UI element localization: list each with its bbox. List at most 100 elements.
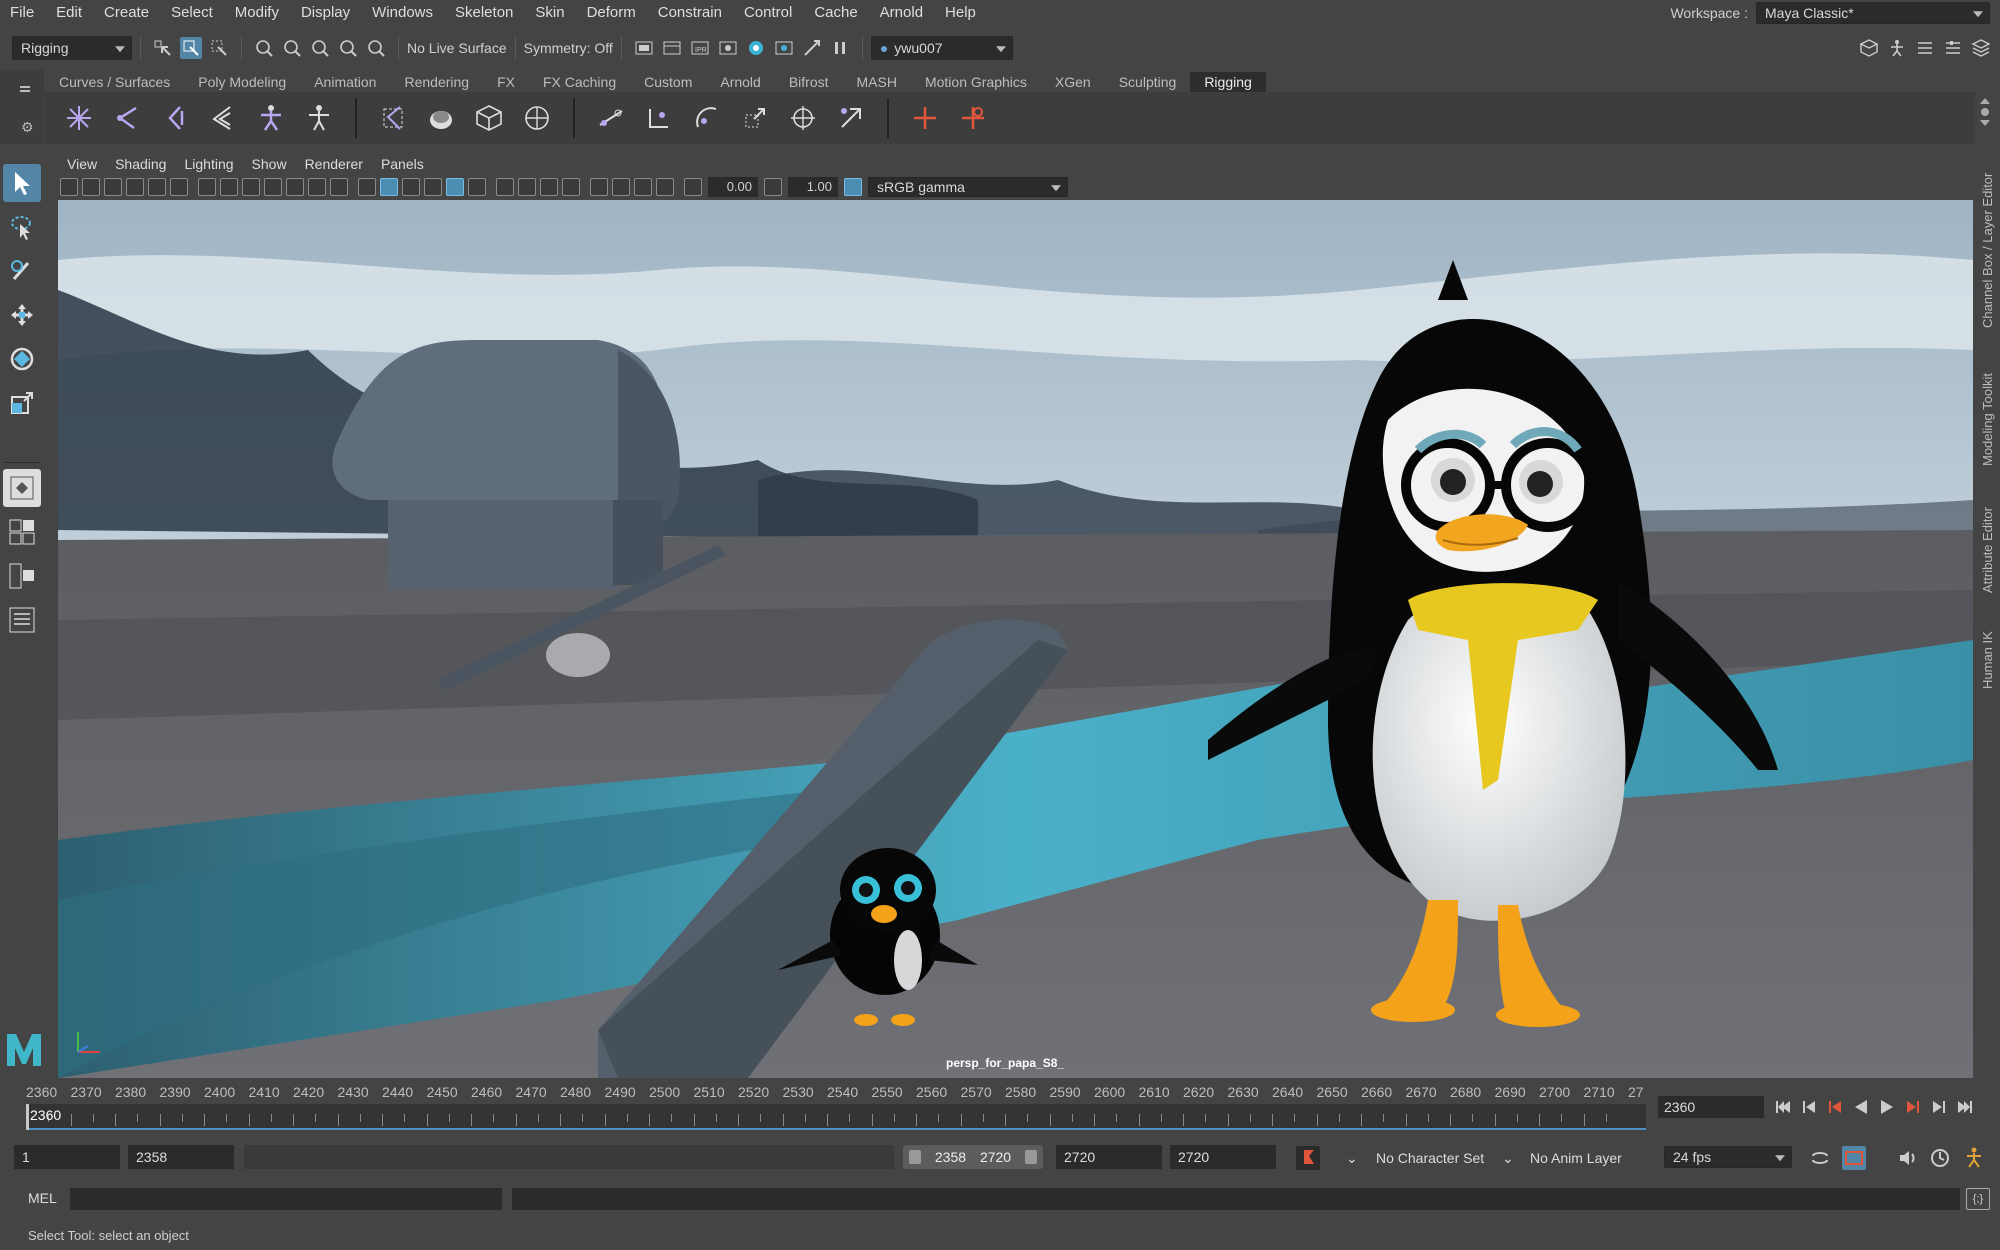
step-back-key-icon[interactable] <box>1822 1094 1848 1120</box>
safe-action-icon[interactable] <box>308 178 326 196</box>
ik-handle-icon[interactable] <box>205 100 241 136</box>
color-management-icon[interactable] <box>844 178 862 196</box>
menu-control[interactable]: Control <box>733 4 803 21</box>
insert-joint-icon[interactable] <box>109 100 145 136</box>
tab-custom[interactable]: Custom <box>630 72 706 92</box>
menu-windows[interactable]: Windows <box>361 4 444 21</box>
image-plane-icon[interactable] <box>126 178 144 196</box>
render-current-frame-icon[interactable] <box>661 37 683 59</box>
user-account-dropdown[interactable]: ● ywu007 <box>870 36 1013 60</box>
sound-icon[interactable] <box>1896 1146 1920 1170</box>
human-ik-icon[interactable] <box>301 100 337 136</box>
render-region-icon[interactable] <box>801 37 823 59</box>
arnold-render-view-icon[interactable] <box>773 37 795 59</box>
tab-mash[interactable]: MASH <box>843 72 911 92</box>
smooth-shade-all-icon[interactable] <box>380 178 398 196</box>
tab-poly-modeling[interactable]: Poly Modeling <box>184 72 300 92</box>
current-frame-field[interactable]: 2360 <box>1658 1096 1764 1118</box>
menu-deform[interactable]: Deform <box>576 4 647 21</box>
playback-end-field[interactable]: 2720 <box>1056 1145 1162 1169</box>
go-to-start-icon[interactable] <box>1770 1094 1796 1120</box>
sidebar-human-ik-icon[interactable] <box>1886 37 1908 59</box>
parent-constraint-icon[interactable] <box>593 100 629 136</box>
step-forward-key-icon[interactable] <box>1900 1094 1926 1120</box>
render-view-icon[interactable] <box>633 37 655 59</box>
ipr-render-icon[interactable]: IPR <box>689 37 711 59</box>
select-by-hierarchy-icon[interactable] <box>152 37 174 59</box>
locator-icon[interactable] <box>907 100 943 136</box>
select-by-component-icon[interactable] <box>208 37 230 59</box>
sidebar-modeling-toolkit-icon[interactable] <box>1858 37 1880 59</box>
select-camera-icon[interactable] <box>60 178 78 196</box>
tab-curves-surfaces[interactable]: Curves / Surfaces <box>45 72 184 92</box>
range-slider-track-left[interactable] <box>244 1145 894 1169</box>
orient-constraint-icon[interactable] <box>689 100 725 136</box>
use-all-lights-icon[interactable] <box>446 178 464 196</box>
select-by-object-icon[interactable] <box>180 37 202 59</box>
shelf-scroll[interactable] <box>1978 96 1992 136</box>
grease-pencil-icon[interactable] <box>170 178 188 196</box>
tab-arnold[interactable]: Arnold <box>706 72 774 92</box>
fps-dropdown[interactable]: 24 fps <box>1664 1146 1792 1168</box>
cache-playback-icon[interactable] <box>1842 1146 1866 1170</box>
create-joints-icon[interactable] <box>61 100 97 136</box>
make-live-icon[interactable] <box>365 37 387 59</box>
chevron-down-icon[interactable]: ⌄ <box>1346 1150 1358 1167</box>
gamma-icon[interactable] <box>764 178 782 196</box>
tab-rendering[interactable]: Rendering <box>390 72 483 92</box>
menu-arnold[interactable]: Arnold <box>869 4 934 21</box>
script-language-toggle[interactable]: MEL <box>28 1190 57 1206</box>
move-tool-icon[interactable] <box>3 296 41 334</box>
gamma-field[interactable]: 1.00 <box>788 177 838 197</box>
safe-title-icon[interactable] <box>330 178 348 196</box>
range-end-handle[interactable] <box>1024 1150 1037 1164</box>
multisample-anti-aliasing-icon[interactable] <box>540 178 558 196</box>
snap-to-point-icon[interactable] <box>309 37 331 59</box>
script-editor-icon[interactable]: {;} <box>1966 1188 1990 1210</box>
film-gate-icon[interactable] <box>220 178 238 196</box>
tab-sculpting[interactable]: Sculpting <box>1105 72 1191 92</box>
shadows-icon[interactable] <box>468 178 486 196</box>
field-chart-icon[interactable] <box>286 178 304 196</box>
tab-fx[interactable]: FX <box>483 72 529 92</box>
tab-channel-box-layer-editor[interactable]: Channel Box / Layer Editor <box>1975 160 2000 340</box>
mirror-joint-icon[interactable] <box>157 100 193 136</box>
menu-file[interactable]: File <box>0 4 45 21</box>
current-time-marker[interactable] <box>26 1104 29 1130</box>
panel-menu-panels[interactable]: Panels <box>372 156 433 172</box>
tab-bifrost[interactable]: Bifrost <box>775 72 843 92</box>
pole-vector-constraint-icon[interactable] <box>833 100 869 136</box>
panel-menu-shading[interactable]: Shading <box>106 156 175 172</box>
aim-constraint-icon[interactable] <box>785 100 821 136</box>
sidebar-attribute-editor-icon[interactable] <box>1914 37 1936 59</box>
tab-attribute-editor[interactable]: Attribute Editor <box>1975 495 2000 605</box>
outliner-layout-icon[interactable] <box>3 601 41 639</box>
menu-display[interactable]: Display <box>290 4 361 21</box>
menu-modify[interactable]: Modify <box>224 4 290 21</box>
gear-icon[interactable]: ⚙ <box>21 119 34 136</box>
step-back-frame-icon[interactable] <box>1796 1094 1822 1120</box>
wireframe-icon[interactable] <box>358 178 376 196</box>
depth-of-field-icon[interactable] <box>562 178 580 196</box>
paint-skin-weights-icon[interactable] <box>423 100 459 136</box>
panel-menu-lighting[interactable]: Lighting <box>175 156 242 172</box>
tab-animation[interactable]: Animation <box>300 72 390 92</box>
paint-select-tool-icon[interactable] <box>3 252 41 290</box>
range-slider[interactable]: 2358 2720 <box>903 1145 1043 1169</box>
exposure-icon[interactable] <box>684 178 702 196</box>
hypershade-icon[interactable] <box>745 37 767 59</box>
play-backwards-icon[interactable] <box>1848 1094 1874 1120</box>
menu-create[interactable]: Create <box>93 4 160 21</box>
tab-fx-caching[interactable]: FX Caching <box>529 72 630 92</box>
rotate-tool-icon[interactable] <box>3 340 41 378</box>
tab-human-ik[interactable]: Human IK <box>1975 620 2000 700</box>
menu-skeleton[interactable]: Skeleton <box>444 4 524 21</box>
pause-icon[interactable] <box>829 37 851 59</box>
menu-select[interactable]: Select <box>160 4 224 21</box>
resolution-gate-icon[interactable] <box>242 178 260 196</box>
bookmarks-icon[interactable] <box>104 178 122 196</box>
time-slider[interactable]: 2360 2370 2380 2390 2400 2410 2420 2430 2440 2450… <box>26 1084 1646 1132</box>
character-set-label[interactable]: No Character Set <box>1376 1150 1484 1166</box>
view-transform-dropdown[interactable]: sRGB gamma <box>868 177 1068 197</box>
render-settings-icon[interactable] <box>717 37 739 59</box>
